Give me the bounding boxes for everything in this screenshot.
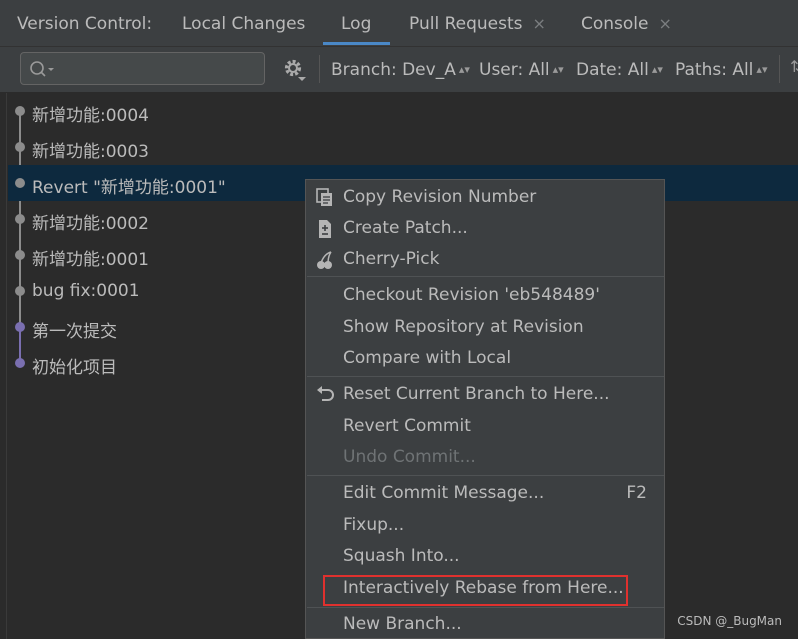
menu-item-label: Reset Current Branch to Here... xyxy=(343,384,610,404)
cherry-icon xyxy=(317,251,332,269)
commit-message: 新增功能:0001 xyxy=(32,250,149,270)
menu-item-undo-commit: Undo Commit... xyxy=(306,442,664,473)
settings-gear-icon[interactable] xyxy=(284,58,306,82)
menu-item-edit-commit-message[interactable]: Edit Commit Message... F2 xyxy=(306,478,664,509)
close-icon[interactable]: × xyxy=(659,14,672,33)
menu-item-cherry-pick[interactable]: Cherry-Pick xyxy=(306,244,664,275)
menu-item-label: Revert Commit xyxy=(343,416,471,436)
menu-item-label: Show Repository at Revision xyxy=(343,317,584,337)
commit-dot-icon xyxy=(15,286,25,296)
user-filter-label: User: All xyxy=(479,60,550,80)
tab-label: Local Changes xyxy=(182,14,306,34)
menu-separator xyxy=(307,376,664,377)
more-actions-icon[interactable]: ⇅ xyxy=(790,57,798,76)
search-icon xyxy=(30,61,54,77)
commit-row[interactable]: 新增功能:0003 xyxy=(8,129,798,165)
menu-item-shortcut: F2 xyxy=(626,483,647,503)
commit-message: 新增功能:0002 xyxy=(32,214,149,234)
tab-label: Log xyxy=(341,14,372,34)
menu-item-squash-into[interactable]: Squash Into... xyxy=(306,541,664,572)
commit-dot-icon xyxy=(15,214,25,224)
dropdown-arrows-icon: ▴▾ xyxy=(458,63,470,76)
commit-dot-icon xyxy=(15,250,25,260)
commit-dot-icon xyxy=(15,322,25,332)
menu-item-label: Copy Revision Number xyxy=(343,187,537,207)
menu-item-label: Create Patch... xyxy=(343,218,468,238)
menu-item-new-branch[interactable]: New Branch... xyxy=(306,609,664,638)
dropdown-arrows-icon: ▴▾ xyxy=(651,63,663,76)
menu-item-reset-current-branch[interactable]: Reset Current Branch to Here... xyxy=(306,379,664,410)
commit-message: 新增功能:0003 xyxy=(32,142,149,162)
paths-filter[interactable]: Paths: All ▴▾ xyxy=(675,60,767,80)
tab-console[interactable]: Console × xyxy=(581,14,672,34)
log-toolbar: Branch: Dev_A ▴▾ User: All ▴▾ Date: All ▴▾ … xyxy=(0,47,798,93)
commit-dot-icon xyxy=(15,106,25,116)
toolbar-separator xyxy=(319,55,320,83)
menu-item-revert-commit[interactable]: Revert Commit xyxy=(306,411,664,442)
commit-dot-icon xyxy=(15,178,25,188)
tab-label: Console xyxy=(581,14,649,34)
menu-item-label: Fixup... xyxy=(343,515,405,535)
version-control-title: Version Control: xyxy=(17,14,153,34)
menu-item-label: Compare with Local xyxy=(343,348,512,368)
menu-item-label: Squash Into... xyxy=(343,546,460,566)
menu-separator xyxy=(307,475,664,476)
date-filter-label: Date: All xyxy=(576,60,649,80)
commit-message: 第一次提交 xyxy=(32,322,117,342)
tool-window-tabbar: Version Control: Local Changes Log Pull … xyxy=(0,0,798,47)
commit-message: Revert "新增功能:0001" xyxy=(32,178,226,198)
patch-icon xyxy=(319,220,331,238)
branch-filter-label: Branch: Dev_A xyxy=(331,60,456,80)
menu-item-label: Checkout Revision 'eb548489' xyxy=(343,285,600,305)
tab-local-changes[interactable]: Local Changes xyxy=(182,14,305,34)
commit-message: bug fix:0001 xyxy=(32,281,140,301)
dropdown-arrows-icon: ▴▾ xyxy=(756,63,768,76)
tab-log[interactable]: Log xyxy=(341,14,371,34)
menu-item-show-repository-at-revision[interactable]: Show Repository at Revision xyxy=(306,312,664,343)
menu-separator xyxy=(307,276,664,277)
commit-row[interactable]: 新增功能:0004 xyxy=(8,93,798,129)
tab-label: Pull Requests xyxy=(409,14,523,34)
paths-filter-label: Paths: All xyxy=(675,60,754,80)
menu-item-label: New Branch... xyxy=(343,614,462,634)
menu-item-label: Edit Commit Message... xyxy=(343,483,545,503)
menu-separator xyxy=(307,607,664,608)
menu-item-label: Undo Commit... xyxy=(343,447,476,467)
commit-message: 初始化项目 xyxy=(32,358,117,378)
menu-item-label: Cherry-Pick xyxy=(343,249,440,269)
commit-dot-icon xyxy=(15,358,25,368)
dropdown-arrows-icon: ▴▾ xyxy=(552,63,564,76)
tab-pull-requests[interactable]: Pull Requests × xyxy=(409,14,546,34)
date-filter[interactable]: Date: All ▴▾ xyxy=(576,60,663,80)
commit-message: 新增功能:0004 xyxy=(32,106,149,126)
branch-filter[interactable]: Branch: Dev_A ▴▾ xyxy=(331,60,470,80)
undo-icon xyxy=(317,386,334,401)
menu-item-checkout-revision[interactable]: Checkout Revision 'eb548489' xyxy=(306,280,664,311)
menu-item-fixup[interactable]: Fixup... xyxy=(306,510,664,541)
commit-dot-icon xyxy=(15,142,25,152)
search-input[interactable] xyxy=(20,52,265,85)
close-icon[interactable]: × xyxy=(533,14,546,33)
menu-item-create-patch[interactable]: Create Patch... xyxy=(306,213,664,244)
commit-context-menu: Copy Revision Number Create Patch... Che… xyxy=(305,179,665,639)
toolbar-separator xyxy=(779,55,780,83)
panel-border xyxy=(6,93,7,639)
active-tab-indicator xyxy=(323,42,390,45)
highlight-annotation-box xyxy=(323,575,628,606)
user-filter[interactable]: User: All ▴▾ xyxy=(479,60,564,80)
menu-item-copy-revision-number[interactable]: Copy Revision Number xyxy=(306,182,664,213)
menu-item-compare-with-local[interactable]: Compare with Local xyxy=(306,343,664,374)
watermark: CSDN @_BugMan xyxy=(677,614,782,628)
copy-icon xyxy=(316,188,332,206)
